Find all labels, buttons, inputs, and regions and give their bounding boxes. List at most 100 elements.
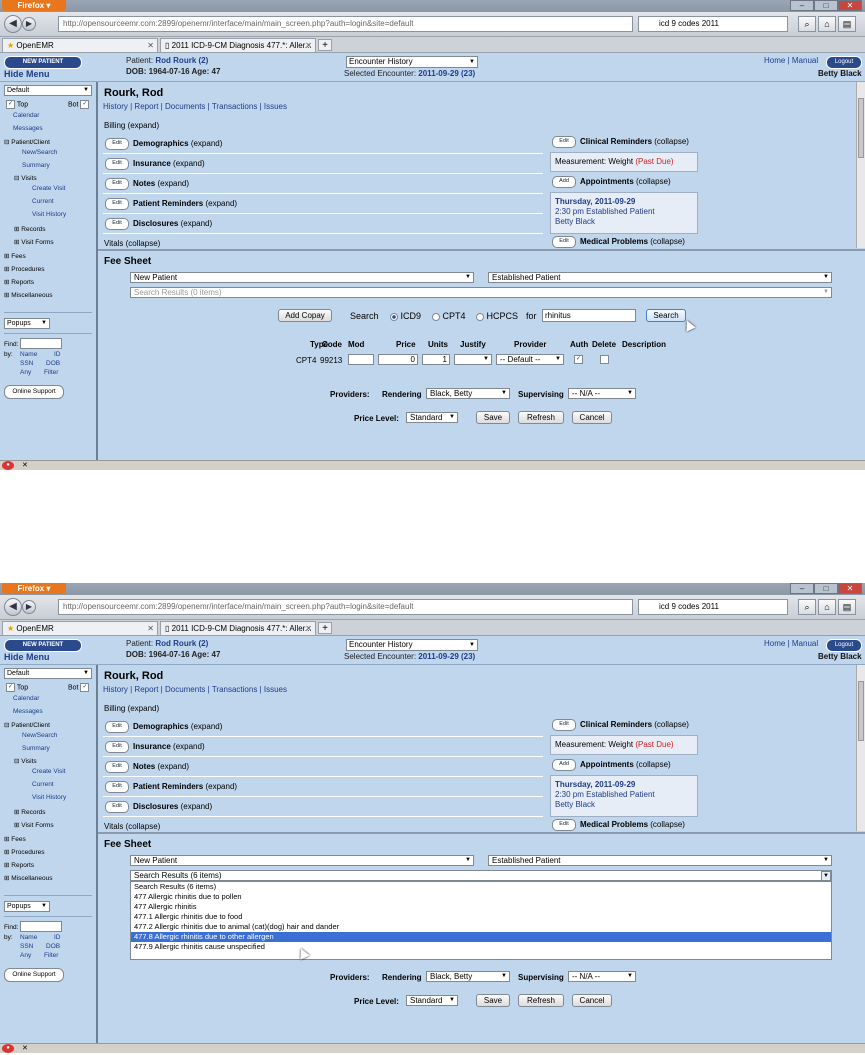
web-search-input[interactable]: icd 9 codes 2011 — [638, 16, 788, 32]
refresh-button[interactable]: Refresh — [518, 411, 564, 424]
minimize-icon[interactable]: – — [790, 583, 814, 594]
rendering-select[interactable]: Black, Betty ▼ — [426, 388, 510, 399]
nav-records[interactable]: ⊞ Records — [14, 808, 45, 816]
section-label[interactable]: Medical Problems (collapse) — [580, 820, 685, 829]
summary-scrollbar[interactable] — [856, 665, 865, 831]
find-input[interactable] — [20, 338, 62, 349]
find-filter[interactable]: Filter — [44, 952, 58, 959]
bookmarks-icon[interactable]: ▤ — [838, 599, 856, 615]
section-label[interactable]: Appointments (collapse) — [580, 177, 671, 186]
new-tab-icon[interactable]: + — [318, 622, 332, 634]
edit-button[interactable]: Edit — [105, 781, 129, 793]
find-by-dob[interactable]: DOB — [46, 943, 60, 950]
check-icon[interactable]: ✓ — [574, 355, 583, 365]
home-link[interactable]: Home — [764, 56, 785, 65]
view-select[interactable]: Default ▼ — [4, 85, 92, 96]
checkbox-icon[interactable] — [600, 355, 609, 365]
add-button[interactable]: Add — [552, 176, 576, 188]
close-icon[interactable]: ✕ — [22, 1044, 28, 1053]
dropdown-option[interactable]: 477.2 Allergic rhinitis due to animal (c… — [131, 922, 831, 932]
nav-summary[interactable]: Summary — [22, 745, 50, 752]
nav-fees[interactable]: ⊞ Fees — [4, 835, 26, 843]
encounter-history-select[interactable]: Encounter History ▼ — [346, 56, 478, 68]
appointment-desc[interactable]: 2:30 pm Established Patient — [555, 790, 655, 799]
history-link[interactable]: History — [103, 685, 128, 694]
web-search-input[interactable]: icd 9 codes 2011 — [638, 599, 788, 615]
nav-procedures[interactable]: ⊞ Procedures — [4, 265, 45, 273]
back-icon[interactable]: ◀ — [4, 15, 22, 33]
edit-button[interactable]: Edit — [552, 136, 576, 148]
documents-link[interactable]: Documents — [165, 102, 205, 111]
minimize-icon[interactable]: – — [790, 0, 814, 11]
issues-link[interactable]: Issues — [264, 685, 287, 694]
chevron-down-icon[interactable]: ▼ — [821, 871, 831, 880]
find-by-ssn[interactable]: SSN — [20, 360, 33, 367]
nav-current[interactable]: Current — [32, 198, 54, 205]
back-icon[interactable]: ◀ — [4, 598, 22, 616]
edit-button[interactable]: Edit — [105, 218, 129, 230]
history-link[interactable]: History — [103, 102, 128, 111]
search-button[interactable]: Search — [646, 309, 686, 322]
appointment-date[interactable]: Thursday, 2011-09-29 — [555, 197, 635, 206]
section-label[interactable]: Patient Reminders (expand) — [133, 199, 237, 208]
dropdown-option[interactable]: 477.9 Allergic rhinitis cause unspecifie… — [131, 942, 831, 952]
transactions-link[interactable]: Transactions — [212, 685, 258, 694]
issues-link[interactable]: Issues — [264, 102, 287, 111]
dropdown-option[interactable]: 477 Allergic rhinitis — [131, 902, 831, 912]
section-label[interactable]: Clinical Reminders (collapse) — [580, 720, 689, 729]
home-link[interactable]: Home — [764, 639, 785, 648]
section-label[interactable]: Patient Reminders (expand) — [133, 782, 237, 791]
find-by-id[interactable]: ID — [54, 351, 61, 358]
view-select[interactable]: Default ▼ — [4, 668, 92, 679]
save-button[interactable]: Save — [476, 994, 510, 1007]
nav-messages[interactable]: Messages — [13, 125, 43, 132]
addon-icon[interactable]: ● — [2, 461, 14, 470]
section-label[interactable]: Disclosures (expand) — [133, 802, 212, 811]
search-results-select[interactable]: Search Results (6 items) ▼ — [130, 870, 832, 881]
check-icon[interactable]: ✓ — [6, 683, 15, 692]
bot-toggle[interactable]: Bot ✓ — [68, 683, 90, 692]
nav-miscellaneous[interactable]: ⊞ Miscellaneous — [4, 874, 52, 882]
nav-reports[interactable]: ⊞ Reports — [4, 861, 34, 869]
report-link[interactable]: Report — [134, 102, 158, 111]
new-patient-button[interactable]: NEW PATIENT — [4, 639, 82, 652]
cancel-button[interactable]: Cancel — [572, 994, 612, 1007]
nav-patient-client[interactable]: ⊟ Patient/Client — [4, 721, 50, 729]
search-results-dropdown[interactable]: Search Results (6 items) 477 Allergic rh… — [130, 881, 832, 960]
browser-tab-openemr[interactable]: ★ OpenEMR ✕ — [2, 621, 158, 635]
find-by-name[interactable]: Name — [20, 351, 37, 358]
patient-name-link[interactable]: Rod Rourk (2) — [155, 56, 208, 65]
refresh-button[interactable]: Refresh — [518, 994, 564, 1007]
browser-tab-icd9[interactable]: ▯ 2011 ICD-9-CM Diagnosis 477.*: Aller..… — [160, 621, 316, 635]
top-toggle[interactable]: ✓ Top — [6, 683, 28, 692]
home-icon[interactable]: ⌂ — [818, 16, 836, 32]
cancel-button[interactable]: Cancel — [572, 411, 612, 424]
search-icon[interactable]: ⌕ — [798, 599, 816, 615]
section-label[interactable]: Appointments (collapse) — [580, 760, 671, 769]
nav-visit-history[interactable]: Visit History — [32, 794, 66, 801]
radio-icon[interactable] — [432, 312, 440, 321]
add-button[interactable]: Add — [552, 759, 576, 771]
edit-button[interactable]: Edit — [105, 158, 129, 170]
billing-expand[interactable]: Billing (expand) — [104, 121, 159, 130]
vitals-collapse[interactable]: Vitals (collapse) — [104, 822, 160, 831]
established-patient-select[interactable]: Established Patient ▼ — [488, 272, 832, 283]
frame-splitter[interactable] — [98, 832, 865, 834]
nav-visit-forms[interactable]: ⊞ Visit Forms — [14, 238, 54, 246]
delete-checkbox[interactable] — [600, 355, 609, 365]
close-icon[interactable]: ✕ — [838, 0, 862, 11]
nav-new-search[interactable]: New/Search — [22, 732, 57, 739]
section-label[interactable]: Notes (expand) — [133, 179, 189, 188]
documents-link[interactable]: Documents — [165, 685, 205, 694]
close-icon[interactable]: ✕ — [22, 461, 28, 470]
browser-tab-openemr[interactable]: ★ OpenEMR ✕ — [2, 38, 158, 52]
appointment-provider[interactable]: Betty Black — [555, 217, 595, 226]
auth-checkbox[interactable]: ✓ — [574, 355, 583, 365]
code-type-hcpcs[interactable]: HCPCS — [476, 311, 518, 321]
section-label[interactable]: Disclosures (expand) — [133, 219, 212, 228]
new-patient-select[interactable]: New Patient ▼ — [130, 272, 474, 283]
bot-toggle[interactable]: Bot ✓ — [68, 100, 90, 109]
section-label[interactable]: Insurance (expand) — [133, 159, 205, 168]
rendering-select[interactable]: Black, Betty ▼ — [426, 971, 510, 982]
price-level-select[interactable]: Standard ▼ — [406, 412, 458, 423]
